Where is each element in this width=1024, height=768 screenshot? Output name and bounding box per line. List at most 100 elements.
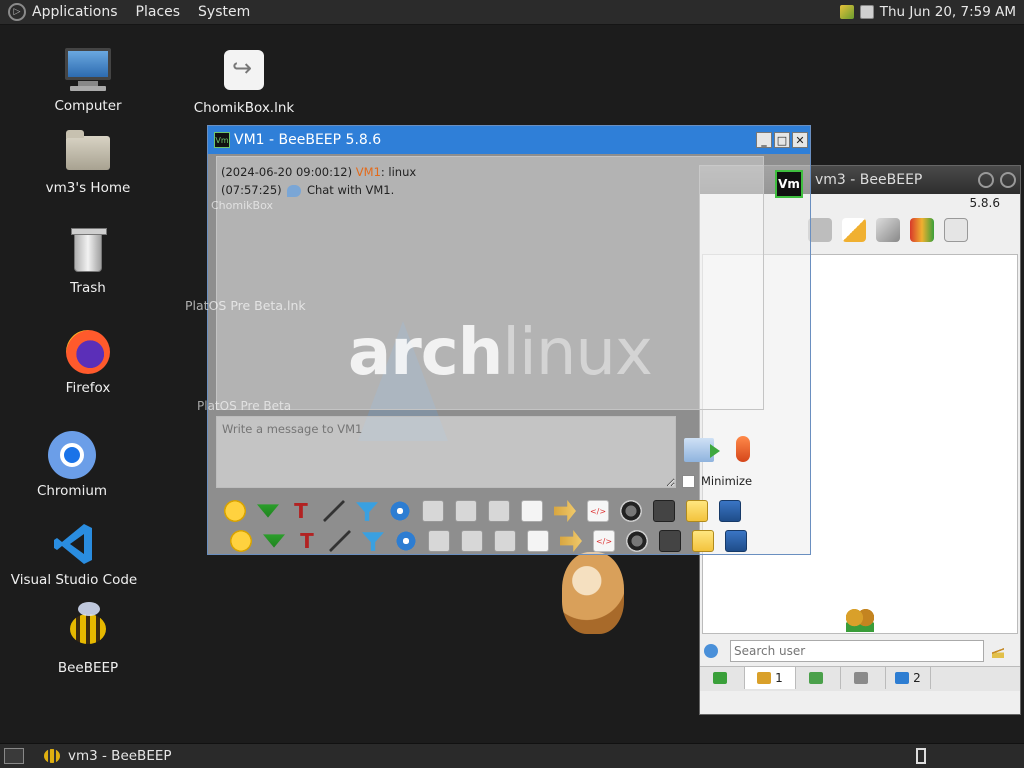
save-chat-icon[interactable] (725, 530, 747, 552)
note-icon[interactable] (692, 530, 714, 552)
groups-icon (854, 672, 868, 684)
desktop-icon-label: Chromium (36, 483, 108, 499)
emoticon-icon[interactable] (224, 500, 246, 522)
desktop-icon-home[interactable]: vm3's Home (18, 128, 158, 196)
chat-toolbar-ghost: T </> (224, 499, 752, 523)
menu-applications[interactable]: Applications (32, 4, 118, 20)
download-icon[interactable] (257, 504, 279, 518)
microphone-icon[interactable] (736, 436, 750, 462)
desktop-icon-beebeep[interactable]: BeeBEEP (18, 602, 158, 676)
top-panel: ▷ Applications Places System Thu Jun 20,… (0, 0, 1024, 25)
html-code-icon[interactable]: </> (587, 500, 609, 522)
chromium-icon (48, 431, 96, 479)
user-avatar[interactable]: Vm (775, 170, 803, 198)
send-file-icon[interactable] (527, 530, 549, 552)
tab-users[interactable]: 1 (745, 667, 796, 689)
html-code-icon[interactable]: </> (593, 530, 615, 552)
chat-bubble-icon (287, 184, 302, 197)
camera-icon[interactable] (626, 530, 648, 552)
note-icon[interactable] (686, 500, 708, 522)
ghost-label: PlatOS Pre Beta (197, 399, 292, 413)
trash-toolbar-icon[interactable] (944, 218, 968, 242)
tab-home[interactable] (700, 667, 745, 689)
send-folder-icon[interactable] (554, 500, 576, 522)
desktop-icon-label: Computer (54, 98, 122, 114)
chat-timestamp: (2024-06-20 09:00:12) (221, 165, 353, 179)
desktop-icon-label: BeeBEEP (57, 660, 119, 676)
camera-icon[interactable] (620, 500, 642, 522)
beebeep-app-icon: Vm (214, 132, 230, 148)
inbox-icon[interactable] (808, 218, 832, 242)
desktop-icon-vscode[interactable]: Visual Studio Code (4, 520, 144, 588)
tab-chats[interactable] (796, 667, 841, 689)
window-title: vm3 - BeeBEEP (815, 172, 923, 188)
download-icon[interactable] (263, 534, 285, 548)
taskbar-item-beebeep[interactable]: vm3 - BeeBEEP (44, 748, 172, 764)
network-tray-icon[interactable] (859, 5, 874, 19)
share-box-icon[interactable] (422, 500, 444, 522)
desktop-icon-firefox[interactable]: Firefox (18, 328, 158, 396)
system-tray: Thu Jun 20, 7:59 AM (839, 4, 1016, 20)
edit-icon[interactable] (842, 218, 866, 242)
close-window-button[interactable]: ✕ (792, 132, 808, 148)
save-chat-icon[interactable] (719, 500, 741, 522)
plugins-icon[interactable] (910, 218, 934, 242)
window-titlebar[interactable]: Vm VM1 - BeeBEEP 5.8.6 _ □ ✕ (208, 126, 810, 154)
computer-icon (64, 46, 112, 94)
desktop-icon-trash[interactable]: Trash (18, 228, 158, 296)
distro-logo-icon[interactable]: ▷ (8, 3, 26, 21)
emoticon-icon[interactable] (230, 530, 252, 552)
settings-icon[interactable] (389, 500, 411, 522)
terminal-icon[interactable] (653, 500, 675, 522)
vm1-chat-window[interactable]: Vm VM1 - BeeBEEP 5.8.6 _ □ ✕ archlinux (… (185, 125, 811, 555)
chat-toolbar: T </> (230, 529, 758, 553)
filter-icon[interactable] (356, 502, 378, 521)
message-input[interactable] (216, 416, 676, 488)
color-wand-icon[interactable] (329, 530, 351, 552)
workspace-switcher[interactable] (916, 748, 926, 764)
minimize-window-icon[interactable] (978, 172, 994, 188)
font-icon[interactable]: T (290, 499, 312, 523)
maximize-window-button[interactable]: □ (774, 132, 790, 148)
tools-icon[interactable] (876, 218, 900, 242)
share-box-icon[interactable] (428, 530, 450, 552)
chat-history[interactable]: (2024-06-20 09:00:12) VM1: linux (07:57:… (185, 156, 764, 413)
shortcut-icon (220, 48, 268, 96)
screenshot-icon[interactable] (488, 500, 510, 522)
desktop-icon-label: vm3's Home (45, 180, 131, 196)
tab-network[interactable]: 2 (886, 667, 931, 689)
show-desktop-icon[interactable] (4, 748, 24, 764)
search-user-input[interactable] (730, 640, 984, 662)
bottom-tabs: 1 2 (700, 666, 1020, 691)
hamster-image (562, 552, 624, 634)
spellcheck-icon[interactable] (461, 530, 483, 552)
desktop-icon-chomikbox[interactable]: ChomikBox.lnk (174, 48, 314, 116)
spellcheck-icon[interactable] (455, 500, 477, 522)
settings-icon[interactable] (395, 530, 417, 552)
send-file-icon[interactable] (521, 500, 543, 522)
send-folder-icon[interactable] (560, 530, 582, 552)
desktop-icon-computer[interactable]: Computer (18, 46, 158, 114)
desktop-icon-label: Trash (70, 280, 106, 296)
tab-groups[interactable] (841, 667, 886, 689)
search-row (704, 638, 1018, 664)
color-wand-icon[interactable] (323, 500, 345, 522)
beebeep-tray-icon[interactable] (839, 5, 854, 19)
screenshot-icon[interactable] (494, 530, 516, 552)
font-icon[interactable]: T (296, 529, 318, 553)
minimize-window-button[interactable]: _ (756, 132, 772, 148)
minimize-checkbox[interactable] (682, 474, 695, 488)
bottom-panel: vm3 - BeeBEEP (0, 743, 1024, 768)
beebeep-task-icon (44, 749, 60, 763)
menu-system[interactable]: System (198, 4, 250, 20)
filter-icon[interactable] (362, 532, 384, 551)
minimize-checkbox-row[interactable]: Minimize (682, 474, 752, 488)
terminal-icon[interactable] (659, 530, 681, 552)
clock[interactable]: Thu Jun 20, 7:59 AM (880, 4, 1016, 20)
maximize-window-icon[interactable] (1000, 172, 1016, 188)
menu-places[interactable]: Places (136, 4, 181, 20)
desktop-icon-chromium[interactable]: Chromium (2, 431, 142, 499)
send-message-icon[interactable] (684, 438, 720, 462)
clear-search-icon[interactable] (992, 644, 1004, 658)
search-options-icon[interactable] (704, 644, 718, 658)
